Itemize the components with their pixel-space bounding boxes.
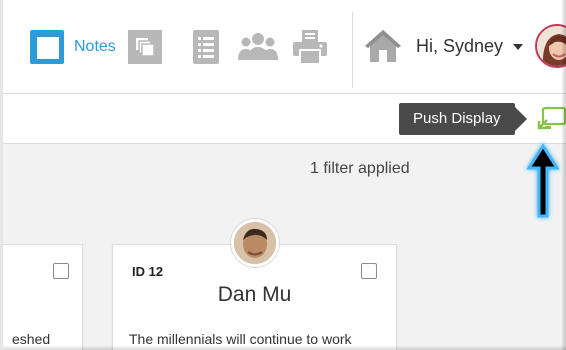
people-tool[interactable]	[238, 30, 278, 64]
user-greeting[interactable]: Hi, Sydney	[416, 36, 503, 57]
header-divider	[352, 12, 353, 88]
card-text: The millennials will continue to work	[129, 331, 352, 347]
print-tool[interactable]	[293, 30, 327, 64]
document-tool[interactable]	[190, 30, 224, 64]
top-header: Notes Hi, Sydney	[3, 0, 566, 94]
stack-icon	[128, 30, 162, 64]
notes-grid-icon	[30, 30, 64, 64]
frame-edge	[3, 346, 566, 350]
note-card[interactable]: eshed	[3, 244, 83, 350]
card-name: Dan Mu	[217, 283, 292, 306]
card-id: ID 12	[132, 264, 164, 279]
notes-tool[interactable]: Notes	[30, 30, 116, 64]
annotation-arrow-icon	[526, 143, 560, 218]
card-checkbox[interactable]	[361, 263, 377, 279]
notes-label: Notes	[74, 38, 116, 55]
filter-status[interactable]: 1 filter applied	[310, 160, 410, 178]
document-icon	[193, 30, 219, 64]
app-window: Notes Hi, Sydney Push Display 1 filter a…	[0, 0, 566, 350]
card-text: eshed	[12, 331, 51, 347]
card-checkbox[interactable]	[53, 263, 69, 279]
card-avatar	[231, 219, 279, 267]
push-display-tooltip: Push Display	[399, 103, 527, 135]
people-icon	[238, 33, 278, 60]
chevron-down-icon[interactable]	[513, 44, 523, 50]
stack-tool[interactable]	[128, 30, 162, 64]
frame-edge	[562, 0, 566, 350]
home-icon[interactable]	[363, 28, 403, 64]
print-icon	[293, 30, 327, 64]
